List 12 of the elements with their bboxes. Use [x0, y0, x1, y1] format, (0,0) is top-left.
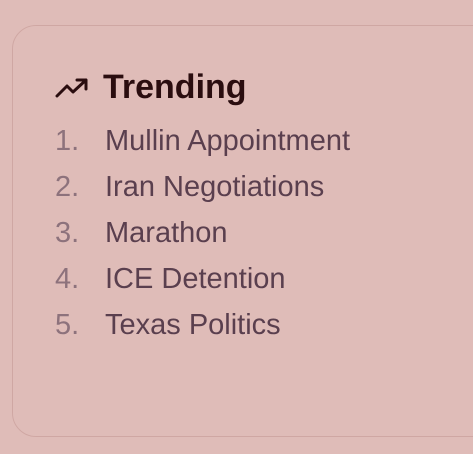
rank-number: 4. [55, 263, 80, 296]
trending-link[interactable]: ICE Detention [105, 263, 286, 296]
rank-number: 3. [55, 217, 80, 250]
trending-link[interactable]: Iran Negotiations [105, 171, 324, 204]
rank-number: 2. [55, 171, 80, 204]
trending-link[interactable]: Texas Politics [105, 309, 281, 342]
rank-number: 1. [55, 125, 80, 158]
trending-link[interactable]: Mullin Appointment [105, 125, 350, 158]
trending-link[interactable]: Marathon [105, 217, 228, 250]
trend-up-icon [55, 76, 89, 98]
panel-title: Trending [103, 68, 247, 107]
rank-number: 5. [55, 309, 80, 342]
